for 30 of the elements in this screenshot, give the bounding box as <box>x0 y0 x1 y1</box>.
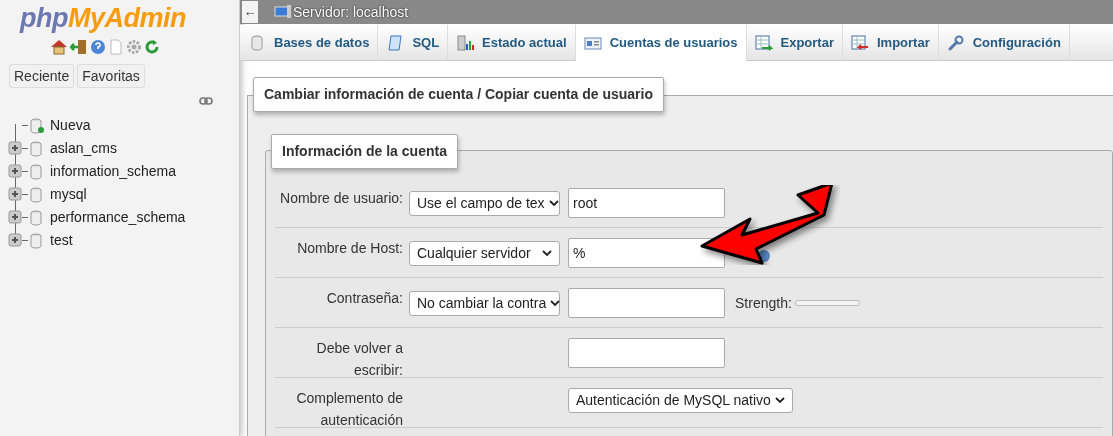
database-link[interactable]: Nueva <box>50 115 91 136</box>
database-link[interactable]: test <box>50 230 73 251</box>
database-link[interactable]: information_schema <box>50 161 177 182</box>
dropdown[interactable]: Cualquier servidor <box>409 240 560 266</box>
field-label: Nombre de Host: <box>296 239 403 258</box>
tab[interactable]: Estado actual <box>448 25 576 61</box>
field-label: Debe volver a escribir: <box>315 339 403 380</box>
tab[interactable]: Exportar <box>746 25 843 61</box>
field-label: Contraseña: <box>325 289 403 308</box>
tab[interactable]: Configuración <box>938 25 1070 61</box>
dropdown[interactable]: Use el campo de tex <box>409 190 560 216</box>
database-link[interactable]: performance_schema <box>50 207 186 228</box>
text-input[interactable]: % <box>568 238 725 268</box>
sidebar-button[interactable]: Favoritas <box>77 64 145 88</box>
logo[interactable]: phpMyAdmin <box>0 0 206 34</box>
dropdown[interactable]: Autenticación de MySQL nativo <box>568 388 793 413</box>
sidebar-button[interactable]: Reciente <box>9 64 75 88</box>
server-title[interactable]: Servidor: localhost <box>293 1 409 23</box>
text-input[interactable]: root <box>568 188 725 218</box>
field-label: Nombre de usuario: <box>279 189 403 208</box>
tab[interactable]: Bases de datos <box>240 25 379 61</box>
database-link[interactable]: aslan_cms <box>50 138 117 159</box>
strength-label: Strength: <box>735 293 792 313</box>
section-title: Información de la cuenta <box>271 134 458 169</box>
tab[interactable]: SQL <box>378 25 449 61</box>
field-label: Complemento de autenticación <box>295 389 403 430</box>
database-link[interactable]: mysql <box>50 184 87 205</box>
dropdown[interactable]: No cambiar la contra <box>409 290 560 316</box>
panel-title: Cambiar información de cuenta / Copiar cuenta de usuario <box>253 77 664 112</box>
tab[interactable]: Importar <box>843 25 939 61</box>
